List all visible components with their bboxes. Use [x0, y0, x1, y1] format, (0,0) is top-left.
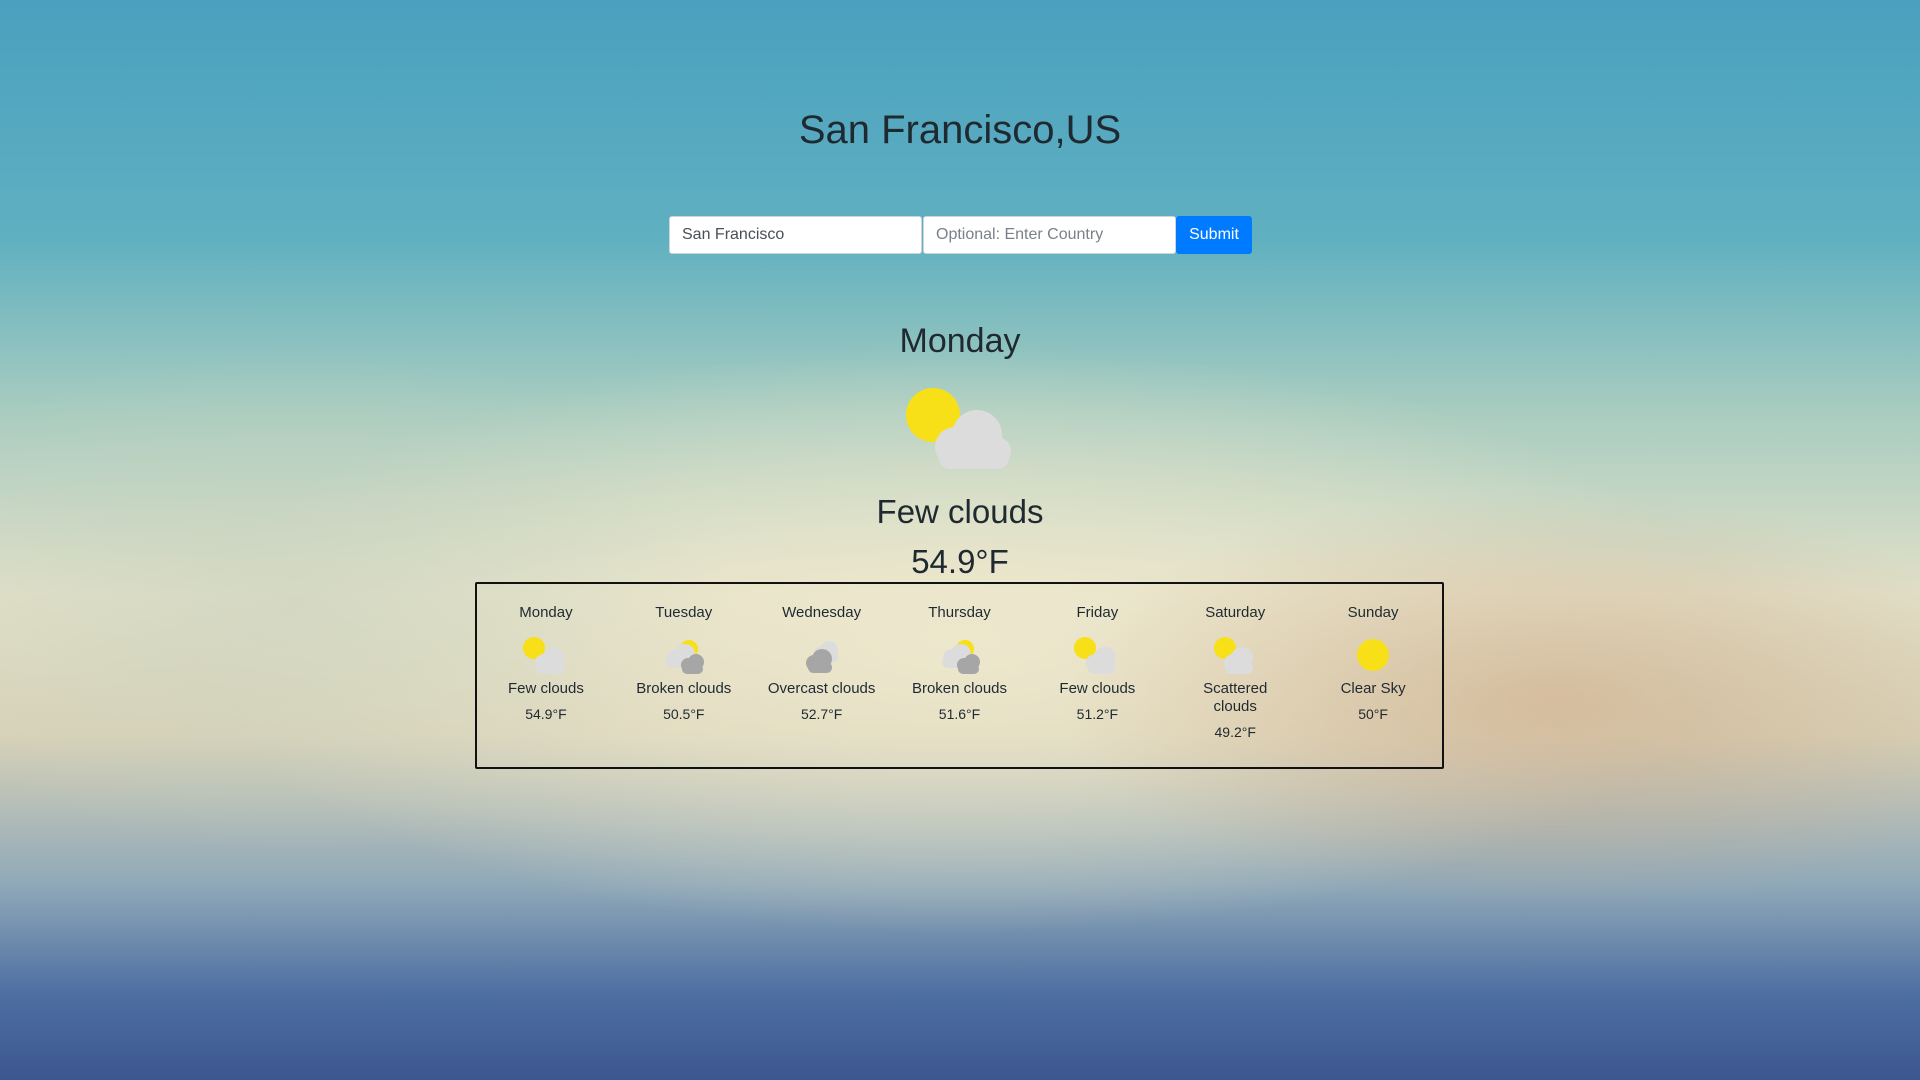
forecast-description: Clear Sky: [1340, 680, 1406, 697]
forecast-item-saturday: Saturday Scattered clouds 49.2°F: [1166, 604, 1304, 767]
city-title: San Francisco,US: [798, 108, 1122, 152]
few-clouds-icon: [522, 637, 565, 674]
forecast-temperature: 51.2°F: [1076, 706, 1119, 722]
submit-button[interactable]: Submit: [1176, 216, 1252, 254]
forecast-description: Scattered clouds: [1203, 680, 1268, 715]
forecast-temperature: 52.7°F: [800, 706, 843, 722]
weekly-forecast: Monday Few clouds 54.9°F Tuesday Broken …: [475, 582, 1444, 769]
broken-clouds-icon: [941, 640, 980, 674]
current-description: Few clouds: [876, 493, 1044, 530]
forecast-temperature: 49.2°F: [1214, 724, 1256, 740]
forecast-description: Broken clouds: [911, 680, 1008, 697]
clear-sky-icon: [1357, 639, 1390, 671]
city-input[interactable]: [669, 216, 922, 254]
forecast-day: Thursday: [928, 604, 991, 621]
current-weather: Monday Few clouds 54.9°F: [0, 322, 1920, 581]
forecast-day: Saturday: [1205, 604, 1266, 621]
forecast-item-friday: Friday Few clouds 51.2°F: [1028, 604, 1166, 767]
few-clouds-icon: [906, 388, 1011, 469]
forecast-item-wednesday: Wednesday Overcast clouds 52.7°F: [753, 604, 891, 767]
broken-clouds-icon: [665, 640, 704, 674]
scattered-clouds-icon: [1214, 637, 1254, 674]
few-clouds-icon: [1074, 637, 1117, 674]
forecast-description: Broken clouds: [636, 680, 732, 697]
current-day: Monday: [899, 322, 1021, 360]
forecast-temperature: 50.5°F: [663, 706, 705, 722]
forecast-temperature: 54.9°F: [525, 706, 567, 722]
forecast-item-monday: Monday Few clouds 54.9°F: [477, 604, 615, 767]
forecast-item-sunday: Sunday Clear Sky 50°F: [1304, 604, 1442, 767]
forecast-day: Tuesday: [655, 604, 713, 621]
search-form: Submit: [669, 216, 1252, 254]
country-input[interactable]: [923, 216, 1176, 254]
forecast-item-thursday: Thursday Broken clouds 51.6°F: [891, 604, 1029, 767]
forecast-description: Few clouds: [1059, 680, 1136, 697]
forecast-temperature: 50°F: [1358, 706, 1388, 722]
forecast-description: Few clouds: [507, 680, 584, 697]
forecast-day: Monday: [519, 604, 573, 621]
overcast-clouds-icon: [805, 641, 838, 673]
forecast-description: Overcast clouds: [767, 680, 876, 697]
forecast-temperature: 51.6°F: [938, 706, 981, 722]
current-temperature: 54.9°F: [911, 543, 1009, 580]
forecast-day: Wednesday: [782, 604, 862, 621]
forecast-day: Friday: [1076, 604, 1119, 621]
forecast-item-tuesday: Tuesday Broken clouds 50.5°F: [615, 604, 753, 767]
forecast-day: Sunday: [1347, 604, 1399, 621]
weather-page: San Francisco,US Submit Monday Few cloud…: [0, 0, 1920, 1080]
